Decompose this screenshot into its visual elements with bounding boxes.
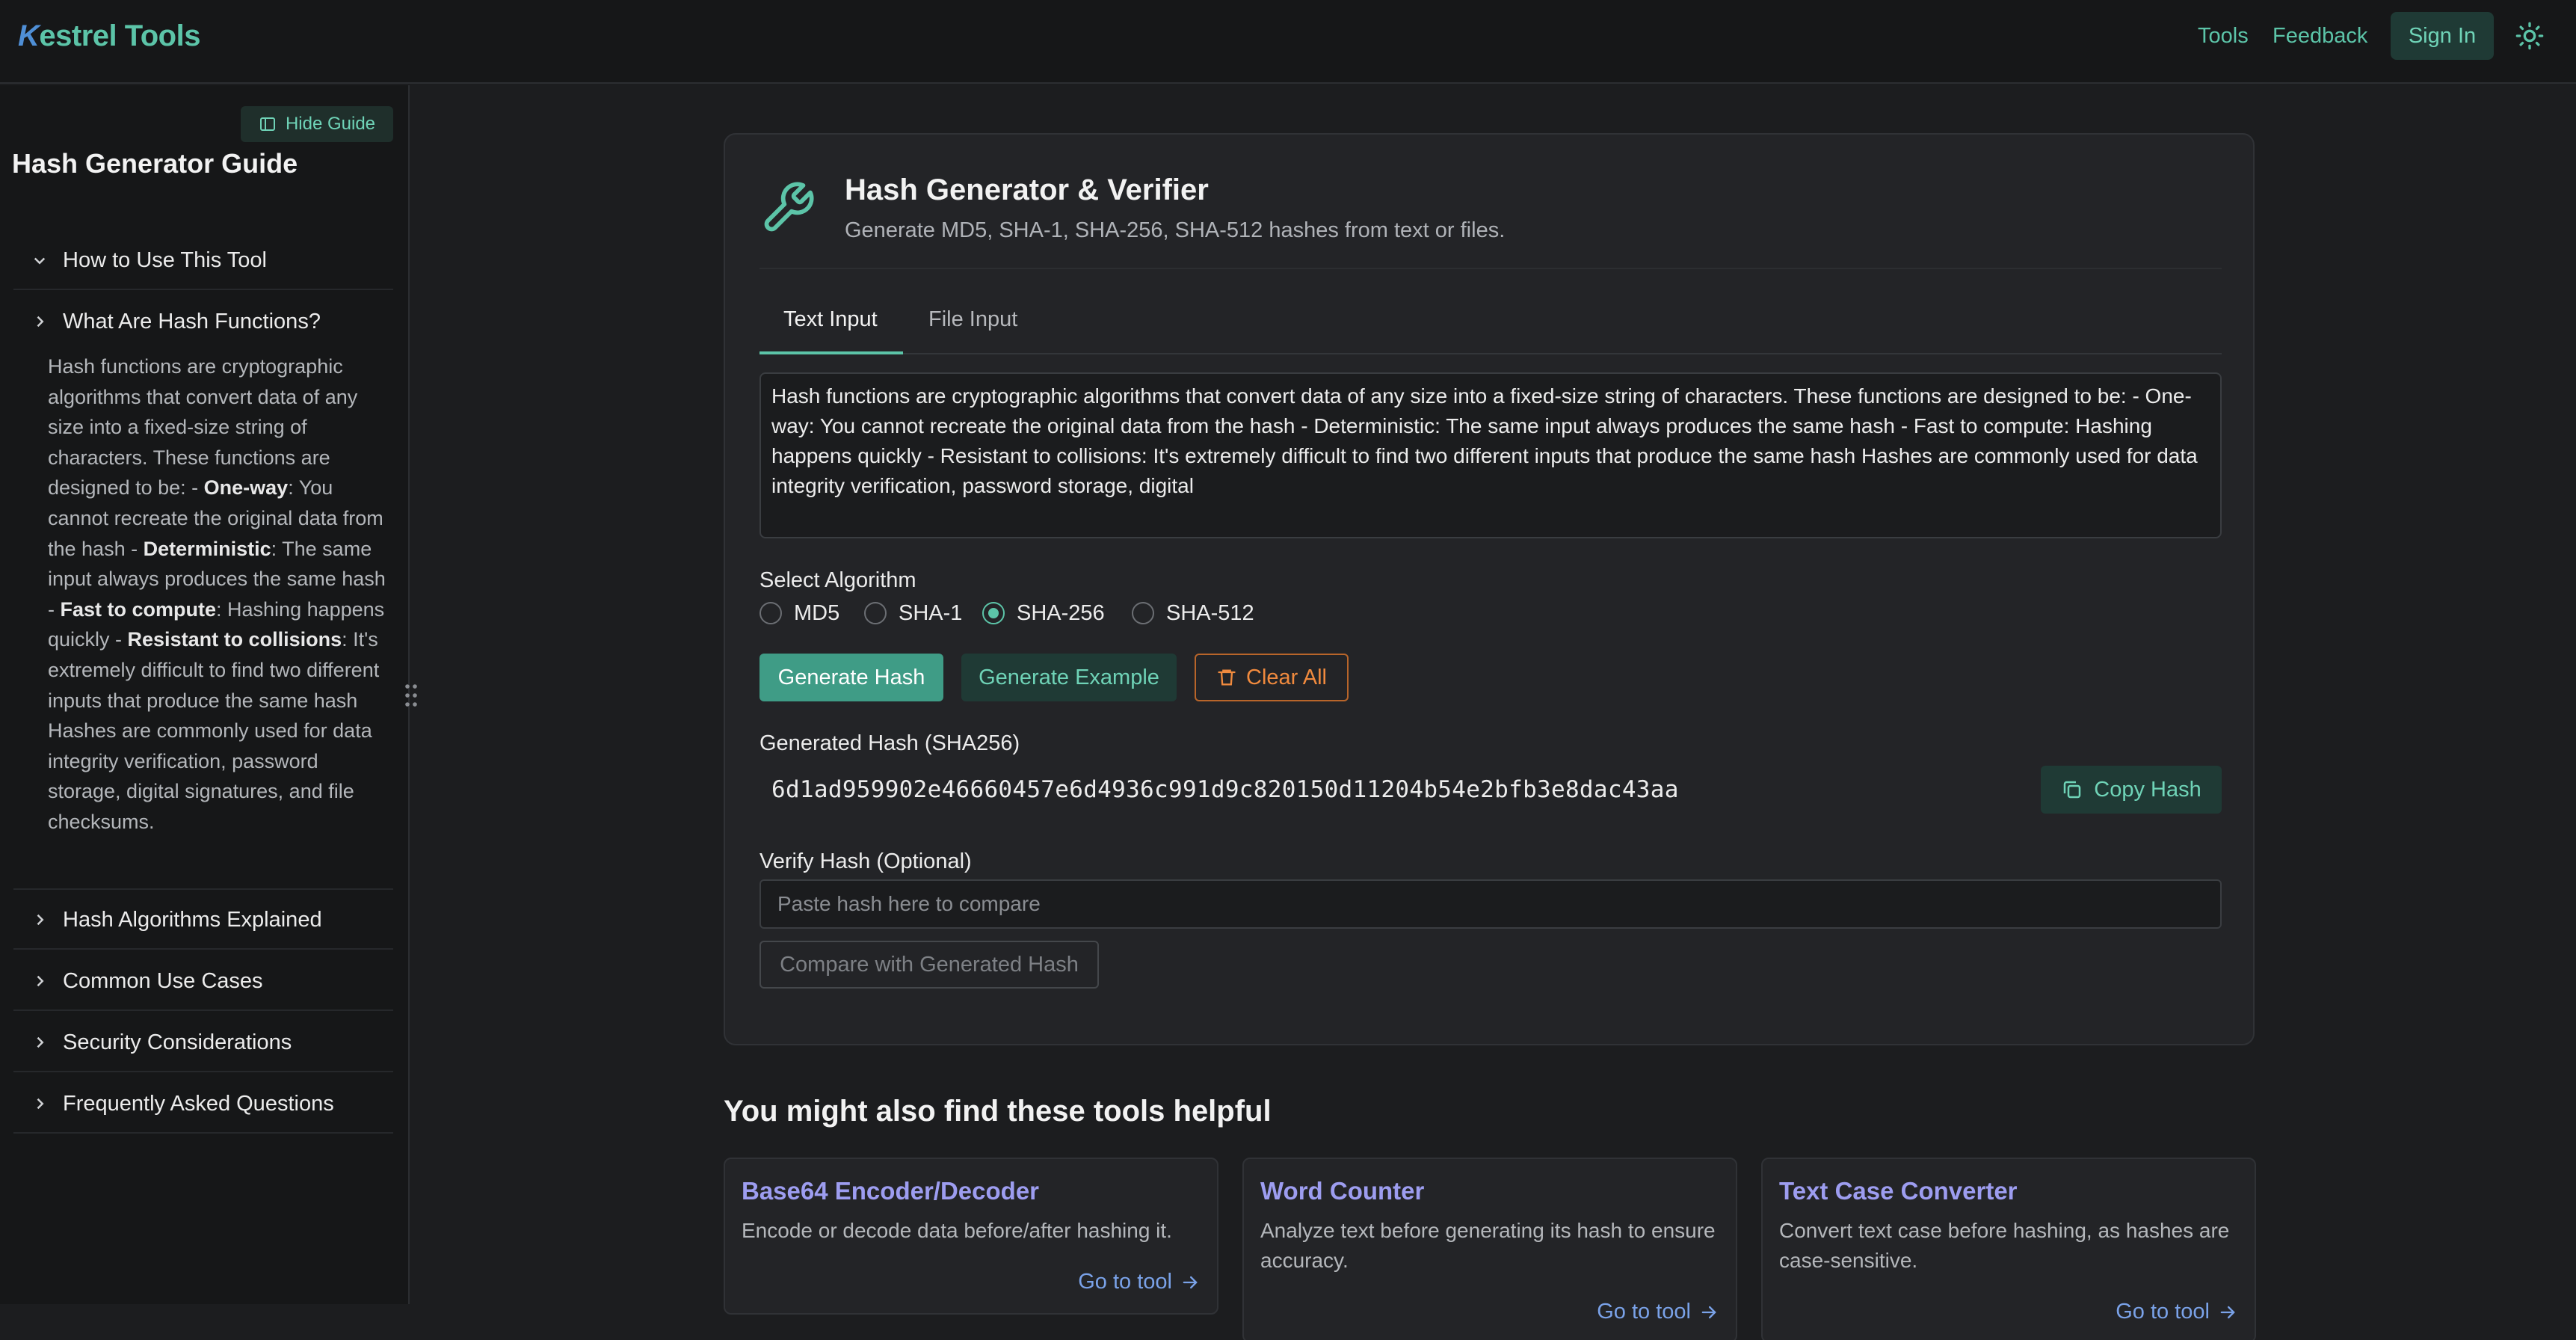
accordion-header[interactable]: Common Use Cases — [13, 951, 393, 1011]
divider — [759, 268, 2222, 269]
chevron-right-icon — [37, 1036, 44, 1048]
radio-md5[interactable]: MD5 — [759, 598, 839, 628]
copy-icon — [2064, 781, 2081, 799]
accordion-label: How to Use This Tool — [63, 248, 267, 272]
algorithm-label: Select Algorithm — [759, 568, 916, 592]
wrench-icon — [764, 182, 814, 232]
accordion-header[interactable]: Frequently Asked Questions — [13, 1074, 393, 1134]
arrow-right-icon — [1701, 1306, 1716, 1318]
arrow-right-icon — [2220, 1306, 2235, 1318]
trash-icon — [1218, 669, 1236, 686]
radio-circle[interactable] — [1132, 602, 1154, 624]
accordion-label: Frequently Asked Questions — [63, 1091, 334, 1116]
logo-text: estrel Tools — [39, 19, 200, 52]
radio-label: SHA-1 — [899, 600, 963, 625]
related-card-text-case[interactable]: Text Case Converter Convert text case be… — [1761, 1158, 2256, 1340]
tool-subtitle: Generate MD5, SHA-1, SHA-256, SHA-512 ha… — [845, 218, 1506, 242]
accordion-label: Security Considerations — [63, 1030, 292, 1054]
accordion-body-text: Hash functions are cryptographic algorit… — [48, 355, 386, 833]
related-card-title[interactable]: Word Counter — [1260, 1177, 1424, 1205]
tab-file-input[interactable]: File Input — [928, 301, 1017, 338]
sun-icon[interactable] — [2515, 21, 2545, 51]
accordion-header[interactable]: How to Use This Tool — [13, 230, 393, 290]
chevron-right-icon — [37, 914, 44, 926]
sign-in-button[interactable]: Sign In — [2391, 12, 2494, 60]
radio-label: SHA-256 — [1017, 600, 1105, 625]
go-to-tool-link[interactable]: Go to tool — [2116, 1300, 2238, 1324]
top-header: Kestrel Tools Tools Feedback Sign In — [0, 0, 2576, 84]
accordion-label: What Are Hash Functions? — [63, 309, 321, 334]
resize-handle-icon[interactable] — [404, 682, 419, 709]
chevron-right-icon — [37, 975, 44, 987]
clear-all-label: Clear All — [1246, 665, 1327, 689]
copy-hash-label: Copy Hash — [2094, 777, 2201, 802]
go-to-tool-link[interactable]: Go to tool — [1078, 1270, 1201, 1294]
chevron-right-icon — [37, 1098, 44, 1110]
accordion-header[interactable]: What Are Hash Functions? — [13, 292, 393, 351]
hide-guide-button[interactable]: Hide Guide — [241, 106, 393, 142]
logo-k: K — [18, 19, 40, 52]
radio-circle[interactable] — [759, 602, 782, 624]
go-to-tool-label: Go to tool — [2116, 1300, 2210, 1324]
radio-circle-selected[interactable] — [982, 602, 1005, 624]
clear-all-button[interactable]: Clear All — [1195, 654, 1349, 701]
accordion-label: Common Use Cases — [63, 968, 263, 993]
nav-feedback-link[interactable]: Feedback — [2273, 21, 2367, 51]
radio-circle[interactable] — [864, 602, 887, 624]
verify-hash-input[interactable] — [759, 879, 2222, 929]
radio-sha1[interactable]: SHA-1 — [864, 598, 962, 628]
guide-sidebar: Hide Guide Hash Generator Guide How to U… — [0, 85, 410, 1304]
related-card-title[interactable]: Text Case Converter — [1779, 1177, 2018, 1205]
chevron-down-icon — [34, 257, 46, 265]
accordion-header[interactable]: Security Considerations — [13, 1012, 393, 1072]
related-card-desc: Encode or decode data before/after hashi… — [742, 1219, 1172, 1242]
verify-hash-label: Verify Hash (Optional) — [759, 849, 972, 873]
text-input-area[interactable]: Hash functions are cryptographic algorit… — [759, 372, 2222, 538]
accordion-what-are-hash-functions: What Are Hash Functions? Hash functions … — [13, 292, 393, 890]
go-to-tool-link[interactable]: Go to tool — [1597, 1300, 1719, 1324]
arrow-right-icon — [1183, 1276, 1198, 1288]
sidebar-panel-icon — [259, 117, 275, 131]
related-card-desc: Analyze text before generating its hash … — [1260, 1219, 1716, 1272]
tab-text-input[interactable]: Text Input — [783, 301, 878, 338]
radio-label: SHA-512 — [1166, 600, 1254, 625]
radio-sha256[interactable]: SHA-256 — [982, 598, 1105, 628]
generate-example-button[interactable]: Generate Example — [961, 654, 1177, 701]
related-card-base64[interactable]: Base64 Encoder/Decoder Encode or decode … — [724, 1158, 1218, 1315]
accordion-hash-algorithms: Hash Algorithms Explained — [13, 890, 393, 950]
generate-hash-button[interactable]: Generate Hash — [759, 654, 943, 701]
go-to-tool-label: Go to tool — [1597, 1300, 1691, 1324]
compare-button[interactable]: Compare with Generated Hash — [759, 941, 1099, 989]
related-card-desc: Convert text case before hashing, as has… — [1779, 1219, 2230, 1272]
accordion-header[interactable]: Hash Algorithms Explained — [13, 890, 393, 950]
related-tools-heading: You might also find these tools helpful — [724, 1095, 1272, 1128]
logo[interactable]: Kestrel Tools — [18, 15, 200, 57]
generated-hash-label: Generated Hash (SHA256) — [759, 731, 1020, 755]
nav-tools-link[interactable]: Tools — [2198, 21, 2249, 51]
app-root: Kestrel Tools Tools Feedback Sign In Hid… — [0, 0, 2576, 1340]
tool-title: Hash Generator & Verifier — [845, 173, 1209, 206]
radio-label: MD5 — [794, 600, 840, 625]
accordion-common-use-cases: Common Use Cases — [13, 951, 393, 1011]
go-to-tool-label: Go to tool — [1078, 1270, 1172, 1294]
related-card-title[interactable]: Base64 Encoder/Decoder — [742, 1177, 1039, 1205]
hash-tool-card: Hash Generator & Verifier Generate MD5, … — [724, 133, 2255, 1045]
radio-sha512[interactable]: SHA-512 — [1132, 598, 1254, 628]
accordion-faq: Frequently Asked Questions — [13, 1074, 393, 1134]
hide-guide-label: Hide Guide — [285, 114, 376, 134]
copy-hash-button[interactable]: Copy Hash — [2041, 766, 2222, 814]
generated-hash-value: 6d1ad959902e46660457e6d4936c991d9c820150… — [771, 776, 1679, 803]
accordion-how-to-use: How to Use This Tool — [13, 230, 393, 290]
active-tab-indicator — [759, 351, 903, 354]
chevron-right-icon — [37, 316, 44, 328]
accordion-label: Hash Algorithms Explained — [63, 907, 322, 932]
tabs-baseline — [759, 353, 2222, 354]
related-card-word-counter[interactable]: Word Counter Analyze text before generat… — [1242, 1158, 1737, 1340]
accordion-security: Security Considerations — [13, 1012, 393, 1072]
guide-title: Hash Generator Guide — [12, 148, 298, 179]
